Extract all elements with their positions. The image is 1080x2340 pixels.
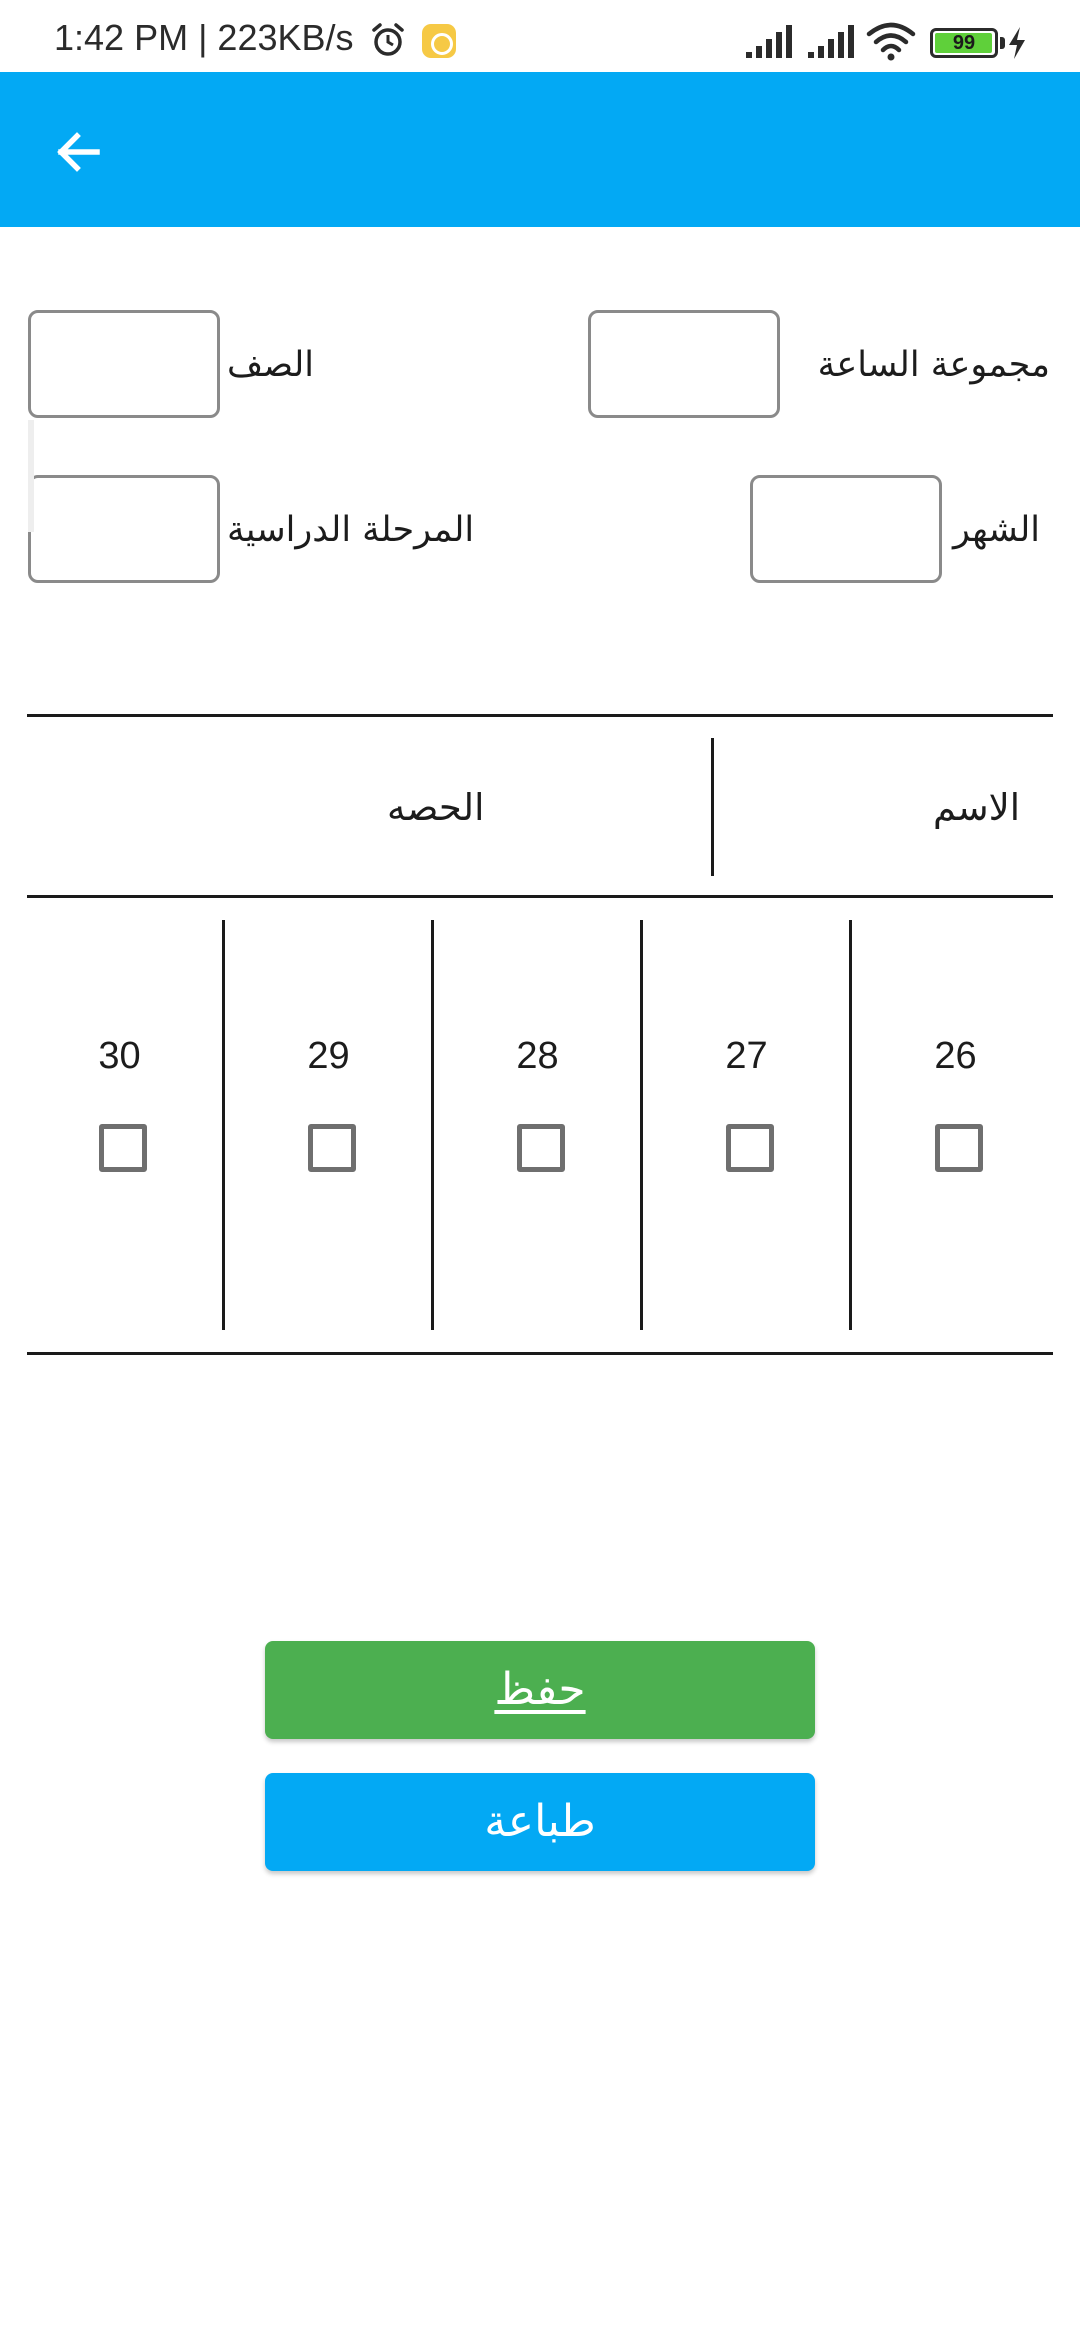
day-checkbox[interactable] (307, 1124, 356, 1172)
notification-icon (422, 24, 456, 58)
battery-icon: 99 (930, 28, 998, 58)
wifi-icon (866, 22, 916, 61)
header-bottom-divider (27, 895, 1053, 898)
arrow-left-icon (57, 132, 100, 172)
hour-group-label: مجموعة الساعة (817, 345, 1050, 385)
month-input[interactable] (750, 475, 942, 583)
alarm-icon (372, 23, 404, 56)
day-number: 29 (307, 1035, 350, 1077)
day-checkbox[interactable] (516, 1124, 565, 1172)
charging-icon (1009, 27, 1025, 59)
day-number: 26 (934, 1035, 977, 1077)
day-column-divider (431, 920, 434, 1330)
stage-label: المرحلة الدراسية (227, 510, 475, 550)
day-number: 28 (516, 1035, 559, 1077)
print-button[interactable]: طباعة (265, 1773, 815, 1871)
day-column: 28 (433, 920, 642, 1330)
day-column: 27 (642, 920, 851, 1330)
scroll-indicator (28, 420, 34, 532)
day-number: 30 (98, 1035, 141, 1077)
signal-icon (808, 25, 854, 58)
header-column-divider (711, 738, 714, 876)
day-column: 29 (224, 920, 433, 1330)
battery-cap (1000, 37, 1005, 49)
day-column-divider (222, 920, 225, 1330)
save-button[interactable]: حفظ (265, 1641, 815, 1739)
grade-label: الصف (227, 345, 314, 385)
day-column: 30 (15, 920, 224, 1330)
name-column-header: الاسم (932, 786, 1020, 829)
app-bar (0, 72, 1080, 227)
table-bottom-divider (27, 1352, 1053, 1355)
day-column-divider (849, 920, 852, 1330)
grade-input[interactable] (28, 310, 220, 418)
stage-input[interactable] (28, 475, 220, 583)
back-button[interactable] (40, 114, 116, 190)
month-label: الشهر (952, 510, 1040, 550)
day-number: 27 (725, 1035, 768, 1077)
hour-group-input[interactable] (588, 310, 780, 418)
day-column-divider (640, 920, 643, 1330)
day-checkbox[interactable] (934, 1124, 983, 1172)
signal-icon (746, 25, 792, 58)
table-top-divider (27, 714, 1053, 717)
battery-level: 99 (952, 32, 976, 54)
session-column-header: الحصه (387, 786, 485, 829)
day-checkbox[interactable] (725, 1124, 774, 1172)
status-time: 1:42 PM | 223KB/s (54, 17, 354, 58)
day-column: 26 (851, 920, 1060, 1330)
day-checkbox[interactable] (98, 1124, 147, 1172)
status-bar: 1:42 PM | 223KB/s 99 (0, 0, 1080, 72)
